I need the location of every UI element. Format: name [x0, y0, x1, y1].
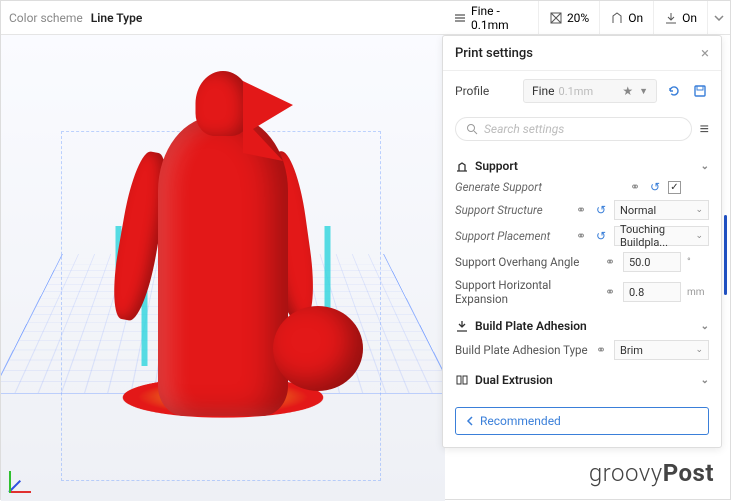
chevron-down-icon: ⌄: [701, 375, 709, 386]
link-icon[interactable]: ⚭: [628, 180, 642, 194]
search-icon: [466, 123, 478, 135]
infill-summary[interactable]: 20%: [538, 1, 599, 34]
search-placeholder: Search settings: [484, 122, 564, 136]
dual-extrusion-icon: [455, 373, 469, 387]
support-icon: [455, 159, 469, 173]
section-title: Dual Extrusion: [475, 373, 553, 387]
setting-support-structure: Support Structure ⚭ ↺ Normal⌄: [455, 197, 709, 223]
unit-label: mm: [687, 287, 709, 298]
search-input[interactable]: Search settings: [455, 117, 692, 141]
reset-icon[interactable]: ↺: [594, 203, 608, 217]
adhesion-value: On: [682, 11, 697, 25]
link-icon[interactable]: ⚭: [574, 203, 588, 217]
save-profile-icon[interactable]: [691, 82, 709, 100]
model-part: [243, 81, 293, 161]
setting-horizontal-expansion: Support Horizontal Expansion ⚭ mm: [455, 275, 709, 309]
quality-summary[interactable]: Fine - 0.1mm: [443, 1, 538, 34]
model-part: [196, 71, 251, 136]
setting-label: Build Plate Adhesion Type: [455, 343, 588, 357]
setting-label: Support Overhang Angle: [455, 255, 597, 269]
sliced-model[interactable]: [113, 71, 333, 451]
model-part: [273, 306, 363, 391]
section-header-support[interactable]: Support ⌄: [455, 155, 709, 177]
print-settings-panel: Print settings × Profile Fine 0.1mm ★ ▼ …: [442, 35, 722, 448]
axis-y-icon: [9, 471, 11, 493]
chevron-down-icon: ▼: [639, 86, 648, 97]
profile-selector[interactable]: Fine 0.1mm ★ ▼: [523, 79, 657, 103]
profile-row: Profile Fine 0.1mm ★ ▼: [443, 71, 721, 111]
watermark: groovyPost: [589, 459, 714, 487]
axis-x-icon: [9, 491, 31, 493]
section-title: Support: [475, 159, 518, 173]
setting-label: Support Structure: [455, 203, 568, 217]
support-summary[interactable]: On: [599, 1, 653, 34]
section-header-dual[interactable]: Dual Extrusion ⌄: [455, 369, 709, 391]
chevron-left-icon: [466, 416, 474, 426]
section-dual-extrusion: Dual Extrusion ⌄: [455, 369, 709, 391]
input-overhang-angle[interactable]: [623, 252, 681, 272]
select-adhesion-type[interactable]: Brim⌄: [614, 340, 709, 360]
close-icon[interactable]: ×: [701, 44, 709, 62]
section-header-adhesion[interactable]: Build Plate Adhesion ⌄: [455, 315, 709, 337]
reset-icon[interactable]: ↺: [594, 229, 608, 243]
select-support-placement[interactable]: Touching Buildpla...⌄: [614, 226, 709, 246]
model-part: [158, 116, 288, 416]
setting-label: Support Horizontal Expansion: [455, 278, 597, 306]
profile-detail: 0.1mm: [559, 85, 594, 98]
color-scheme-value[interactable]: Line Type: [91, 11, 143, 25]
adhesion-icon: [664, 11, 678, 25]
setting-generate-support: Generate Support ⚭ ↺ ✓: [455, 177, 709, 197]
summary-dropdown[interactable]: [707, 1, 730, 34]
adhesion-summary[interactable]: On: [653, 1, 707, 34]
link-icon[interactable]: ⚭: [603, 285, 617, 299]
chevron-down-icon: ⌄: [701, 321, 709, 332]
section-title: Build Plate Adhesion: [475, 319, 587, 333]
input-horizontal-expansion[interactable]: [623, 282, 681, 302]
link-icon[interactable]: ⚭: [603, 255, 617, 269]
adhesion-icon: [455, 319, 469, 333]
axis-gizmo[interactable]: [9, 463, 39, 493]
chevron-down-icon: ⌄: [701, 161, 709, 172]
profile-label: Profile: [455, 84, 515, 98]
setting-adhesion-type: Build Plate Adhesion Type ⚭ Brim⌄: [455, 337, 709, 363]
setting-label: Support Placement: [455, 229, 568, 243]
quality-value: Fine - 0.1mm: [471, 4, 528, 32]
color-scheme-label: Color scheme: [9, 11, 83, 25]
profile-name: Fine: [532, 84, 555, 98]
support-value: On: [628, 11, 643, 25]
layers-icon: [453, 11, 467, 25]
panel-header: Print settings ×: [443, 36, 721, 71]
section-adhesion: Build Plate Adhesion ⌄ Build Plate Adhes…: [455, 315, 709, 363]
preview-viewport[interactable]: [1, 35, 445, 501]
link-icon[interactable]: ⚭: [594, 343, 608, 357]
print-summary-bar: Fine - 0.1mm 20% On On: [443, 1, 730, 35]
setting-label: Generate Support: [455, 180, 622, 194]
settings-body: Support ⌄ Generate Support ⚭ ↺ ✓ Support…: [443, 155, 721, 399]
setting-overhang-angle: Support Overhang Angle ⚭ °: [455, 249, 709, 275]
checkbox-generate-support[interactable]: ✓: [668, 181, 681, 194]
menu-icon[interactable]: ≡: [700, 119, 709, 139]
reset-profile-icon[interactable]: [665, 82, 683, 100]
infill-value: 20%: [567, 11, 589, 25]
recommended-label: Recommended: [480, 414, 561, 428]
recommended-button[interactable]: Recommended: [455, 407, 709, 435]
scrollbar-thumb[interactable]: [724, 215, 727, 295]
star-icon: ★: [622, 84, 633, 98]
panel-title: Print settings: [455, 46, 533, 61]
support-icon: [610, 11, 624, 25]
section-support: Support ⌄ Generate Support ⚭ ↺ ✓ Support…: [455, 155, 709, 309]
link-icon[interactable]: ⚭: [574, 229, 588, 243]
select-support-structure[interactable]: Normal⌄: [614, 200, 709, 220]
infill-icon: [549, 11, 563, 25]
search-row: Search settings ≡: [443, 111, 721, 149]
unit-label: °: [687, 257, 709, 268]
setting-support-placement: Support Placement ⚭ ↺ Touching Buildpla.…: [455, 223, 709, 249]
reset-icon[interactable]: ↺: [648, 180, 662, 194]
